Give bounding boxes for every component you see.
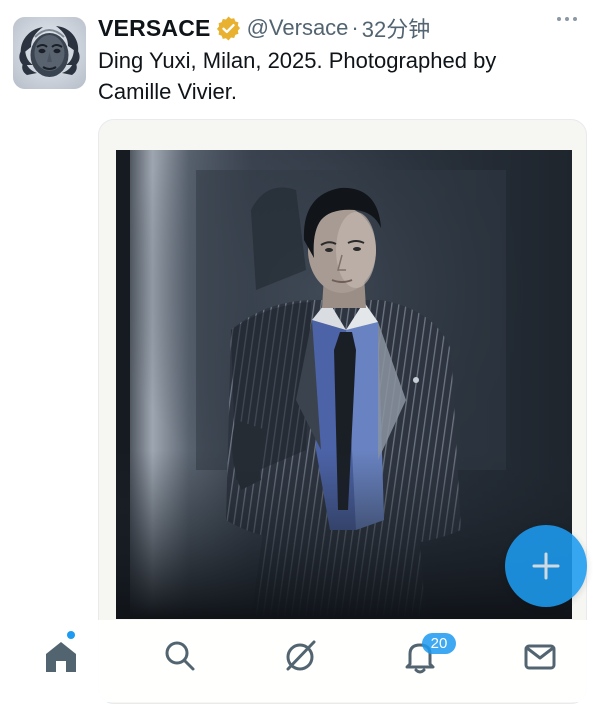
nav-home[interactable] [41, 636, 81, 676]
nav-grok[interactable] [280, 636, 320, 676]
mail-icon [524, 644, 556, 670]
tweet-header: VERSACE @Versace · 32分钟 [98, 12, 580, 44]
search-icon [165, 641, 195, 671]
post-timestamp[interactable]: 32分钟 [362, 12, 430, 44]
compose-plus-icon [532, 552, 560, 580]
tweet-text: Ding Yuxi, Milan, 2025. Photographed by … [98, 48, 497, 104]
nav-search[interactable] [160, 636, 200, 676]
media-card[interactable] [98, 119, 587, 704]
home-unread-dot [67, 631, 75, 639]
notifications-count-badge: 20 [422, 633, 456, 654]
bottom-navigation [0, 620, 600, 702]
tweet-photo[interactable] [116, 150, 572, 619]
verified-badge-icon [216, 16, 240, 40]
nav-messages[interactable] [520, 636, 560, 676]
home-icon [46, 642, 76, 672]
author-avatar[interactable] [13, 17, 86, 89]
compose-button[interactable] [505, 525, 587, 607]
author-handle[interactable]: @Versace [247, 15, 349, 41]
grok-icon [286, 640, 316, 671]
versace-medusa-logo [13, 17, 86, 89]
author-name[interactable]: VERSACE [98, 15, 211, 42]
separator-dot: · [351, 15, 359, 40]
more-options-icon[interactable] [556, 16, 578, 22]
